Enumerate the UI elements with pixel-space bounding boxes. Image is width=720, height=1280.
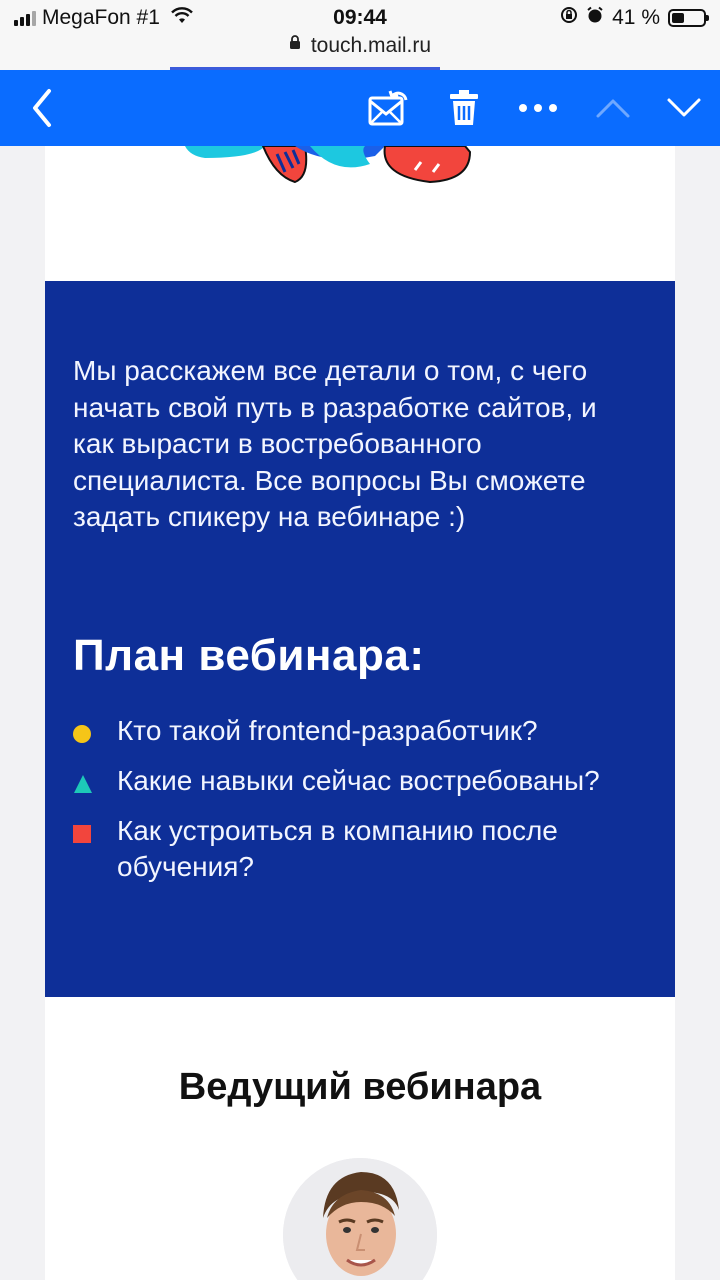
teal-triangle-icon bbox=[74, 775, 92, 793]
rotation-lock-icon bbox=[560, 6, 578, 30]
battery-percent: 41 % bbox=[612, 6, 660, 29]
email-sheet: Мы расскажем все детали о том, с чего на… bbox=[45, 146, 675, 1280]
url-text: touch.mail.ru bbox=[310, 34, 432, 57]
plan-list: Кто такой frontend-разработчик? Какие на… bbox=[73, 713, 643, 899]
battery-icon bbox=[668, 9, 709, 27]
previous-email-button[interactable] bbox=[590, 70, 636, 146]
move-mail-icon bbox=[368, 90, 408, 126]
list-item: Кто такой frontend-разработчик? bbox=[73, 713, 643, 749]
chevron-up-icon bbox=[596, 99, 630, 118]
list-item: Как устроиться в компанию после обучения… bbox=[73, 813, 643, 885]
chevron-down-icon bbox=[667, 98, 701, 117]
back-button[interactable] bbox=[20, 70, 64, 146]
host-title: Ведущий вебинара bbox=[178, 1066, 542, 1108]
alarm-icon bbox=[586, 6, 604, 30]
email-body-scroll[interactable]: Мы расскажем все детали о том, с чего на… bbox=[0, 146, 720, 1280]
webinar-info-block: Мы расскажем все детали о том, с чего на… bbox=[45, 281, 675, 997]
list-item: Какие навыки сейчас востребованы? bbox=[73, 763, 643, 799]
address-bar[interactable]: touch.mail.ru bbox=[0, 34, 720, 58]
trash-icon bbox=[450, 90, 478, 125]
plan-title: План вебинара: bbox=[73, 631, 425, 680]
back-chevron-icon bbox=[33, 89, 51, 127]
system-indicators: 41 % bbox=[560, 6, 709, 30]
intro-paragraph: Мы расскажем все детали о том, с чего на… bbox=[73, 355, 597, 532]
delete-button[interactable] bbox=[440, 70, 488, 146]
lock-icon bbox=[289, 35, 305, 53]
more-button[interactable] bbox=[512, 70, 564, 146]
next-email-button[interactable] bbox=[660, 70, 708, 146]
plan-item-text: Какие навыки сейчас востребованы? bbox=[117, 765, 600, 796]
plan-item-text: Как устроиться в компанию после обучения… bbox=[117, 815, 558, 882]
plan-item-text: Кто такой frontend-разработчик? bbox=[117, 715, 538, 746]
yellow-circle-icon bbox=[73, 725, 91, 743]
more-dots-icon bbox=[519, 104, 557, 112]
move-to-folder-button[interactable] bbox=[360, 70, 416, 146]
status-bar: MegaFon #1 09:44 41 % touch.mail.ru bbox=[0, 0, 720, 70]
speaker-avatar bbox=[283, 1158, 437, 1280]
red-square-icon bbox=[73, 825, 91, 843]
mail-toolbar bbox=[0, 70, 720, 146]
hero-illustration bbox=[185, 146, 472, 184]
